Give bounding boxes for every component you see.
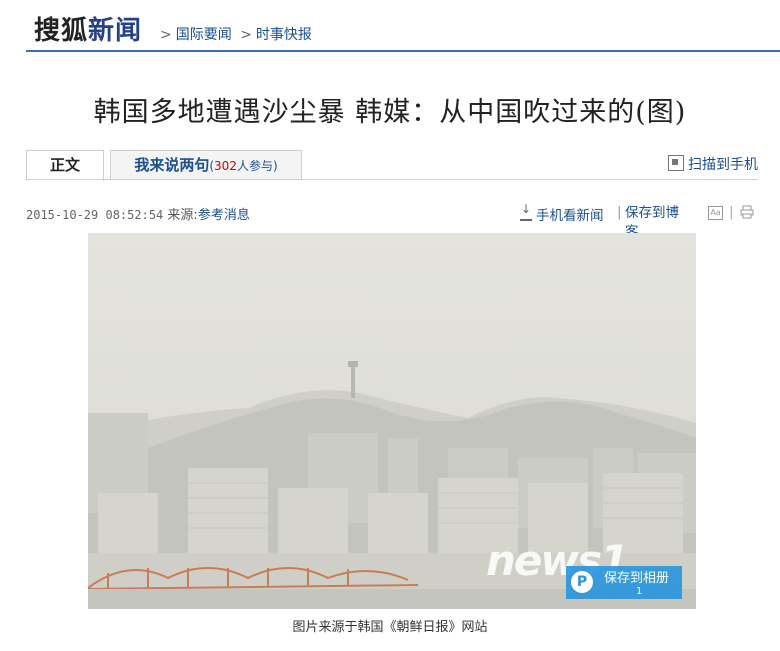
save-to-album-count: 1 [636,586,643,597]
save-to-album-button[interactable]: P 保存到相册 1 [566,566,682,599]
comments-suffix: 人参与) [236,159,278,173]
breadcrumb-news-flash[interactable]: 时事快报 [256,27,312,43]
mobile-news-label: 手机看新闻 [536,208,604,224]
font-size-icon[interactable]: Aa [708,206,723,220]
comments-label: 我来说两句 [134,156,210,174]
tab-main-text[interactable]: 正文 [26,150,104,181]
article-title: 韩国多地遭遇沙尘暴 韩媒：从中国吹过来的(图) [93,97,687,128]
source-label: 来源: [167,208,198,223]
source-link[interactable]: 参考消息 [198,208,250,223]
tabs-divider [26,179,758,180]
photo-caption: 图片来源于韩国《朝鲜日报》网站 [292,620,488,635]
breadcrumb-separator: > [160,27,172,43]
scan-to-phone-label: 扫描到手机 [688,157,758,173]
article-tabs: 正文 我来说两句(302人参与) 扫描到手机 [26,150,758,181]
comments-count: 302 [214,159,237,173]
header-divider [26,50,780,52]
publish-time: 2015-10-29 08:52:54 [26,208,164,222]
article-meta: 2015-10-29 08:52:54 来源:参考消息 [26,204,250,223]
save-to-album-label: 保存到相册 [604,571,670,586]
tab-comments[interactable]: 我来说两句(302人参与) [110,150,302,179]
article-photo: news1 P 保存到相册 1 [88,233,696,609]
scan-to-phone-button[interactable]: 扫描到手机 [668,154,758,174]
breadcrumb: > 国际要闻 > 时事快报 [156,24,312,44]
breadcrumb-international[interactable]: 国际要闻 [176,27,232,43]
logo-part-news: 新闻 [88,16,143,46]
logo-part-sohu: 搜狐 [34,16,89,46]
breadcrumb-separator: > [240,27,252,43]
album-icon: P [571,571,593,593]
print-icon[interactable] [740,205,754,219]
tools-divider: | [729,204,734,220]
download-icon [520,202,532,221]
mobile-news-link[interactable]: 手机看新闻 [520,202,604,224]
tools-divider: | [617,204,622,220]
article-tools: 手机看新闻 | 保存到博客 Aa | [520,202,760,240]
qr-code-icon [668,155,684,171]
site-header: 搜狐新闻 > 国际要闻 > 时事快报 [26,0,780,50]
sohu-news-logo[interactable]: 搜狐新闻 [34,10,142,47]
